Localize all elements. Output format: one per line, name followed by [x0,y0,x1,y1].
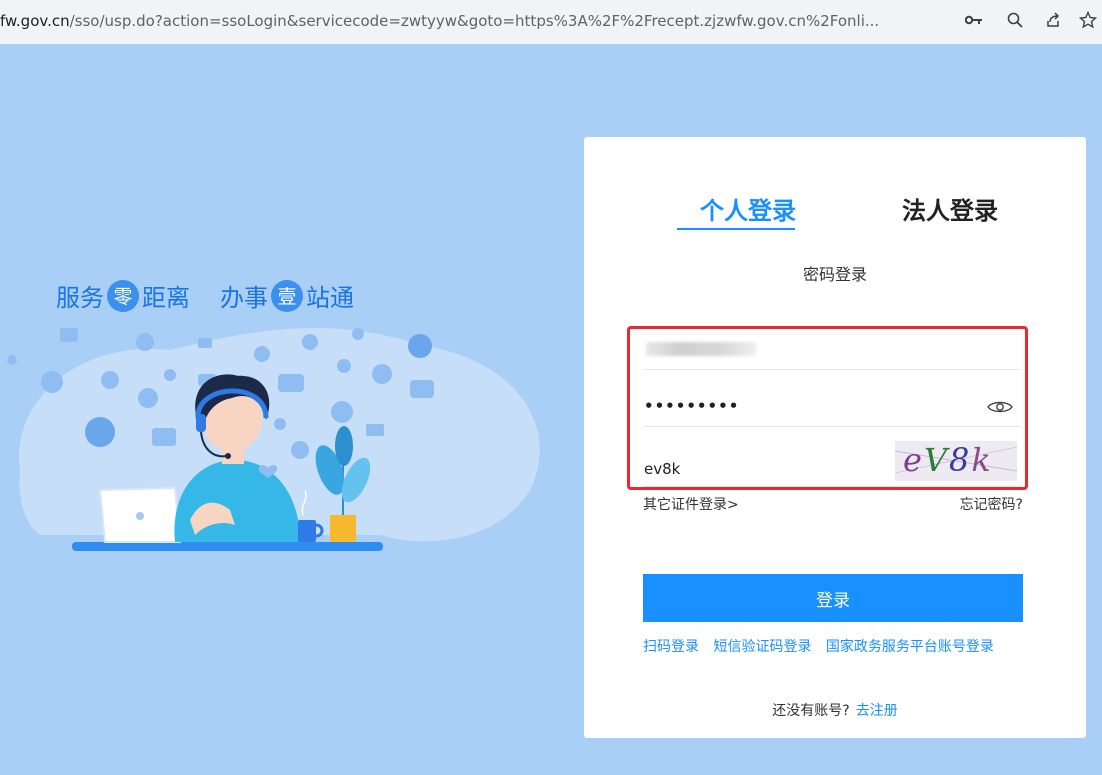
bookmark-star-icon[interactable] [1077,9,1099,31]
username-field[interactable] [643,330,1021,370]
zoom-icon[interactable] [1004,9,1026,31]
username-value-blurred [646,342,756,356]
sms-login-link[interactable]: 短信验证码登录 [713,639,811,655]
register-row: 还没有账号? 去注册 [584,700,1086,720]
tab-legal-login[interactable]: 法人登录 [902,191,998,226]
login-method-title: 密码登录 [802,265,867,284]
national-account-login-link[interactable]: 国家政务服务平台账号登录 [826,639,994,655]
slogan-part: 距离 [142,284,190,312]
key-icon[interactable] [963,9,985,31]
slogan-circle-one: 壹 [271,279,303,312]
eye-icon[interactable] [987,399,1013,415]
customer-service-illustration [7,328,540,551]
register-link[interactable]: 去注册 [856,703,898,719]
slogan: 服务 零 距离 办事 壹 站通 [56,278,354,313]
captcha-field[interactable]: ev8k eV8k [643,441,1021,487]
password-field[interactable]: ••••••••• [643,387,1021,427]
captcha-image[interactable]: eV8k [895,441,1017,481]
slogan-part: 站通 [306,284,354,312]
no-account-text: 还没有账号? [772,703,850,719]
alt-login-links: 扫码登录 短信验证码登录 国家政务服务平台账号登录 [643,636,1004,656]
login-card: 个人登录 法人登录 密码登录 ••••••••• ev8k eV8k 其它证件登… [584,137,1086,738]
url-text[interactable]: fw.gov.cn/sso/usp.do?action=ssoLogin&ser… [0,12,879,30]
url-path: /sso/usp.do?action=ssoLogin&servicecode=… [69,12,880,30]
other-cert-login-link[interactable]: 其它证件登录> [643,494,739,514]
url-host: fw.gov.cn [0,12,70,30]
qr-login-link[interactable]: 扫码登录 [643,639,699,655]
slogan-part: 服务 [56,284,104,312]
captcha-input-value: ev8k [644,460,681,478]
active-tab-indicator [677,228,795,230]
share-icon[interactable] [1042,9,1064,31]
tab-personal-login[interactable]: 个人登录 [700,191,796,226]
browser-address-bar[interactable]: fw.gov.cn/sso/usp.do?action=ssoLogin&ser… [0,0,1102,44]
forgot-password-link[interactable]: 忘记密码? [960,494,1023,514]
login-button[interactable]: 登录 [643,574,1023,622]
captcha-text: eV8k [903,441,993,479]
password-value: ••••••••• [644,397,740,415]
slogan-part: 办事 [220,284,268,312]
slogan-circle-zero: 零 [107,279,139,312]
